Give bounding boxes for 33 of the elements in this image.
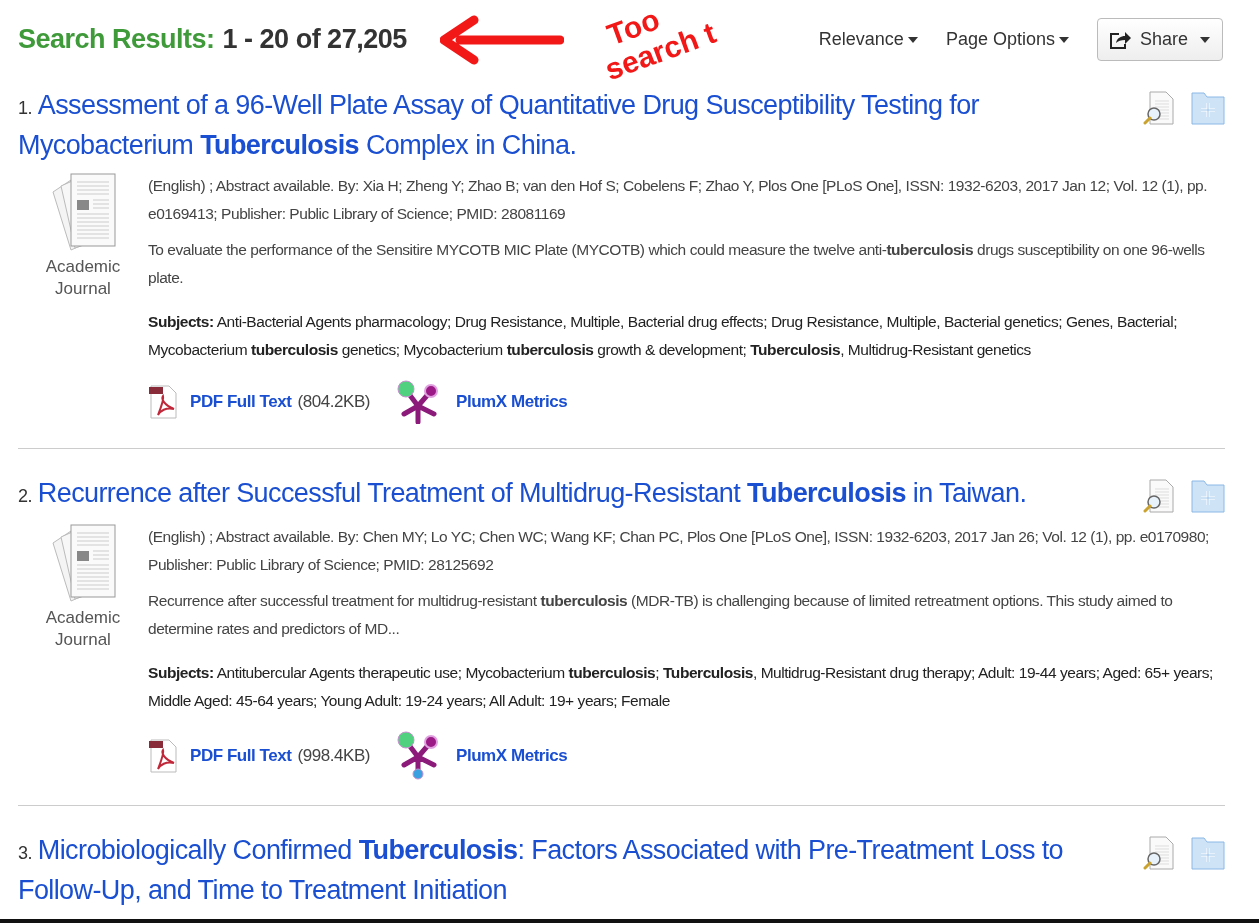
preview-icon[interactable] (1143, 479, 1175, 513)
share-button[interactable]: Share (1096, 18, 1223, 61)
plumx-link[interactable]: PlumX Metrics (456, 388, 568, 416)
document-type: Academic Journal (44, 256, 122, 300)
citation-text: (English) ; Abstract available. By: Xia H; Zheng Y; Zhao B; van den Hof S; Cobelens F; Zhao Y, Plos One [PLoS One], ISSN: 1932-6203, 2017 Jan 12; Vol. 12 (1), pp. e0169413; Publisher: Public Library of Science; PMID: 28081169 (148, 176, 1209, 224)
share-icon (1109, 30, 1132, 49)
document-type: Academic Journal (44, 607, 122, 651)
plumx-link[interactable]: PlumX Metrics (456, 742, 568, 770)
subjects-text: Subjects: Antitubercular Agents therapeutic use; Mycobacterium tuberculosis; Tuberculosis, Multidrug-Resistant drug therapy; Adult: 19-44 years; Aged: 65+ years; Middle Aged: 45-64 years; Young Adult: 19-24 years; All Adult: 19+ years; Female (148, 663, 1214, 711)
caret-icon (1200, 36, 1210, 43)
result-title[interactable]: 1. Assessment of a 96-Well Plate Assay of Quantitative Drug Susceptibility Testing for Mycobacterium Tuberculosis Complex in China. (18, 87, 1078, 164)
sort-menu[interactable]: Page Options (945, 26, 1069, 53)
subjects-text: Subjects: Anti-Bacterial Agents pharmacology; Drug Resistance, Multiple, Bacterial drug effects; Drug Resistance, Multiple, Bacterial genetics; Genes, Bacterial; Mycobacterium tuberculosis genetics; Mycobacterium tuberculosis growth & development; Tuberculosis, Multidrug-Resistant genetics (148, 312, 1179, 360)
pdf-link[interactable]: PDF Full Text (190, 388, 292, 416)
result-title[interactable]: 3. Microbiologically Confirmed Tuberculosis: Factors Associated with Pre-Treatment Loss to Follow-Up, and Time to Treatment Initiation (18, 832, 1078, 909)
preview-icon[interactable] (1143, 836, 1175, 870)
pdf-icon (148, 739, 178, 773)
caret-icon (1058, 36, 1069, 43)
citation-text: (English) ; Abstract available. By: Chen MY; Lo YC; Chen WC; Wang KF; Chan PC, Plos One [PLoS One], ISSN: 1932-6203, 2017 Jan 26; Vol. 12 (1), pp. e0170980; Publisher: Public Library of Science; PMID: 28125692 (148, 527, 1210, 575)
pdf-icon (148, 385, 178, 419)
file-size: (998.4KB) (297, 745, 370, 767)
results-label: Search Results: (18, 23, 215, 57)
file-size: (804.2KB) (297, 391, 370, 413)
abstract-text: To evaluate the performance of the Sensitire MYCOTB MIC Plate (MYCOTB) which could measure the twelve anti-tuberculosis drugs susceptibility on one 96-wells plate. (148, 240, 1206, 288)
pdf-link[interactable]: PDF Full Text (190, 742, 292, 770)
preview-icon[interactable] (1143, 91, 1175, 125)
results-range: 1 - 20 of 27,205 (222, 23, 407, 57)
document-icon (49, 523, 117, 603)
document-icon (49, 172, 117, 252)
abstract-text: Recurrence after successful treatment for multidrug-resistant tuberculosis (MDR-TB) is challenging because of limited retreatment options. This study aimed to determine rates and predictors of MD... (148, 591, 1174, 639)
caret-icon (907, 36, 918, 43)
sort-menu[interactable]: Relevance (818, 26, 918, 53)
result-title[interactable]: 2. Recurrence after Successful Treatment of Multidrug-Resistant Tuberculosis in Taiwan. (18, 475, 1027, 515)
